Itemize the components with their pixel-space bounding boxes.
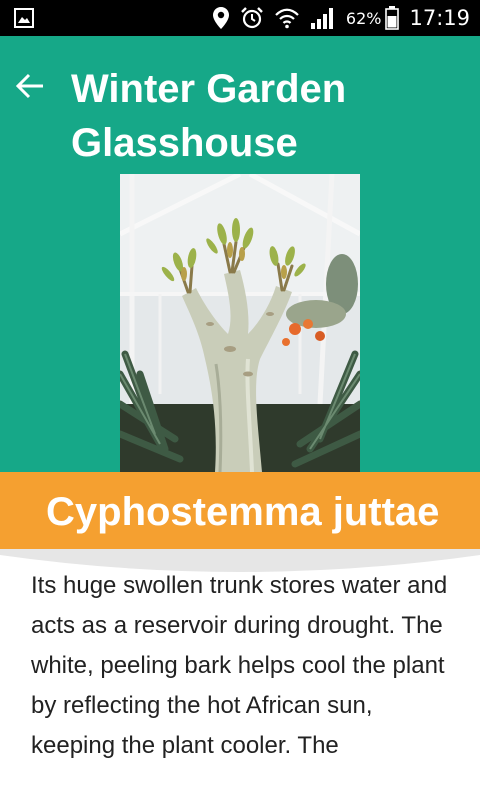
page-title: Winter Garden Glasshouse [71,67,347,165]
battery-percent: 62% [345,8,382,28]
wifi-icon [274,7,300,29]
plant-description: Its huge swollen trunk stores water and … [31,572,448,759]
plant-photo [120,174,360,472]
status-icons: 62% 17:19 [212,0,470,36]
location-icon [212,6,230,30]
back-button[interactable] [12,68,48,104]
battery-icon [385,6,400,30]
alarm-icon [240,6,264,30]
clock: 17:19 [409,6,470,30]
signal-icon [310,7,336,29]
gallery-notification-icon [14,8,34,28]
app-screen: 62% 17:19 Winter Garden Glasshouse Cypho… [0,0,480,800]
plant-name: Cyphostemma juttae [46,490,440,534]
status-bar: 62% 17:19 [0,0,480,36]
plant-name-banner: Cyphostemma juttae [0,472,480,550]
arrow-left-icon [15,73,43,99]
